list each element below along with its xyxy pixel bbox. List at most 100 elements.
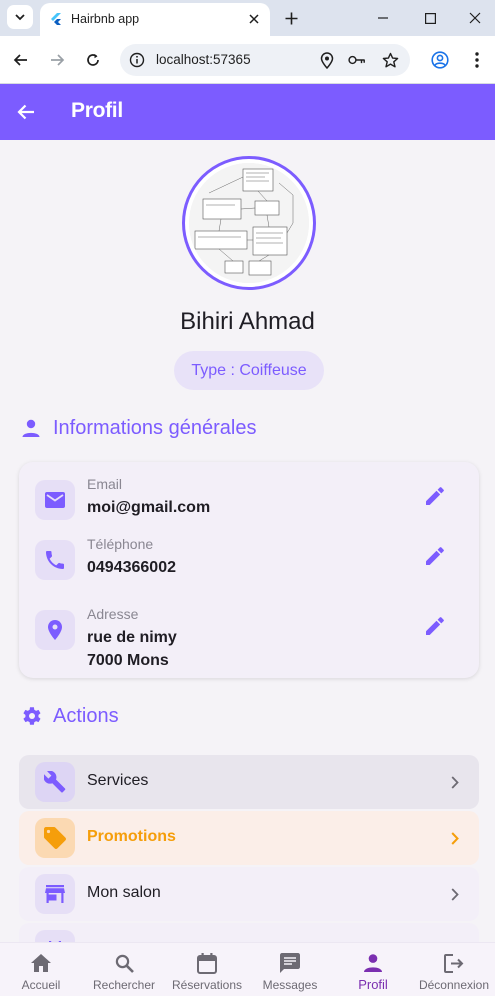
store-icon-box bbox=[35, 874, 75, 914]
nav-item-messages[interactable]: Messages bbox=[249, 943, 331, 996]
phone-row: Téléphone 0494366002 bbox=[35, 536, 465, 584]
tag-icon-box bbox=[35, 818, 75, 858]
wrench-icon-box bbox=[35, 762, 75, 802]
profile-content[interactable]: Bihiri Ahmad Type : Coiffeuse Informatio… bbox=[0, 140, 495, 942]
gear-icon bbox=[20, 705, 42, 727]
edit-pencil-icon bbox=[426, 487, 444, 505]
edit-address-button[interactable] bbox=[423, 614, 447, 638]
browser-menu-button[interactable] bbox=[467, 50, 487, 70]
location-button[interactable] bbox=[318, 51, 336, 69]
page-title: Profil bbox=[71, 99, 123, 122]
user-type-chip: Type : Coiffeuse bbox=[174, 351, 324, 390]
password-key-button[interactable] bbox=[348, 51, 366, 69]
reload-button[interactable] bbox=[83, 50, 103, 70]
chevron-down-icon bbox=[15, 14, 25, 21]
url-text: localhost:57365 bbox=[156, 52, 251, 67]
phone-icon bbox=[46, 551, 64, 569]
chevron-right-icon bbox=[445, 884, 465, 904]
action-services-label: Services bbox=[87, 772, 149, 789]
action-mon-salon-label: Mon salon bbox=[87, 884, 161, 901]
phone-value: 0494366002 bbox=[87, 559, 176, 576]
general-info-header: Informations générales bbox=[20, 413, 256, 443]
back-button[interactable] bbox=[14, 100, 38, 124]
minimize-button[interactable] bbox=[373, 8, 393, 28]
email-value: moi@gmail.com bbox=[87, 499, 211, 516]
key-icon bbox=[348, 55, 365, 65]
account-icon bbox=[431, 51, 449, 69]
nav-label-deconnexion: Déconnexion bbox=[418, 978, 490, 992]
action-next-partial[interactable] bbox=[19, 923, 479, 942]
browser-tab[interactable]: Hairbnb app bbox=[40, 3, 270, 36]
url-field[interactable]: localhost:57365 bbox=[120, 44, 410, 76]
browser-back-button[interactable] bbox=[11, 50, 31, 70]
logout-icon bbox=[442, 951, 466, 975]
tag-icon bbox=[44, 827, 66, 849]
person-icon bbox=[361, 951, 385, 975]
nav-item-profil[interactable]: Profil bbox=[332, 943, 414, 996]
tab-close-button[interactable] bbox=[246, 11, 262, 27]
close-window-button[interactable] bbox=[465, 8, 485, 28]
address-line2: 7000 Mons bbox=[87, 652, 169, 669]
bookmark-button[interactable] bbox=[381, 51, 399, 69]
edit-phone-button[interactable] bbox=[423, 544, 447, 568]
nav-label-messages: Messages bbox=[262, 978, 318, 992]
address-row: Adresse rue de nimy 7000 Mons bbox=[35, 606, 465, 674]
edit-pencil-icon bbox=[426, 547, 444, 565]
nav-label-profil: Profil bbox=[358, 977, 388, 992]
reload-icon bbox=[87, 54, 99, 66]
diagram-thumbnail-icon bbox=[189, 163, 309, 283]
address-icon-box bbox=[35, 610, 75, 650]
more-vertical-icon bbox=[475, 52, 479, 68]
email-label: Email bbox=[87, 476, 123, 492]
arrow-left-icon bbox=[13, 54, 27, 66]
calendar-icon bbox=[195, 951, 219, 975]
action-mon-salon[interactable]: Mon salon bbox=[19, 867, 479, 921]
search-icon bbox=[112, 951, 136, 975]
new-tab-button[interactable] bbox=[281, 8, 301, 28]
maximize-icon bbox=[424, 12, 436, 24]
action-services[interactable]: Services bbox=[19, 755, 479, 809]
chevron-right-icon bbox=[445, 828, 465, 848]
browser-tab-bar: Hairbnb app bbox=[0, 0, 495, 36]
profile-account-button[interactable] bbox=[430, 50, 450, 70]
nav-item-rechercher[interactable]: Rechercher bbox=[83, 943, 165, 996]
nav-label-accueil: Accueil bbox=[21, 978, 61, 992]
avatar-image bbox=[189, 163, 309, 283]
nav-item-deconnexion[interactable]: Déconnexion bbox=[413, 943, 495, 996]
bottom-navigation: Accueil Rechercher Réservations Messages… bbox=[0, 942, 495, 996]
nav-item-accueil[interactable]: Accueil bbox=[0, 943, 82, 996]
star-icon bbox=[382, 52, 398, 67]
close-icon bbox=[469, 12, 481, 24]
section-title-general: Informations générales bbox=[53, 416, 257, 439]
location-pin-icon bbox=[320, 51, 334, 69]
profile-name: Bihiri Ahmad bbox=[180, 308, 315, 335]
app-bar: Profil bbox=[0, 84, 495, 140]
action-promotions[interactable]: Promotions bbox=[19, 811, 479, 865]
close-icon bbox=[249, 14, 259, 24]
minimize-icon bbox=[378, 17, 388, 19]
avatar[interactable] bbox=[182, 156, 316, 290]
address-line1: rue de nimy bbox=[87, 629, 177, 646]
email-icon bbox=[45, 492, 65, 508]
browser-forward-button[interactable] bbox=[47, 50, 67, 70]
phone-icon-box bbox=[35, 540, 75, 580]
calendar-icon-box bbox=[35, 930, 75, 942]
nav-item-reservations[interactable]: Réservations bbox=[166, 943, 248, 996]
info-icon[interactable] bbox=[129, 52, 145, 68]
phone-label: Téléphone bbox=[87, 536, 154, 552]
chevron-right-icon bbox=[445, 772, 465, 792]
email-row: Email moi@gmail.com bbox=[35, 476, 465, 524]
plus-icon bbox=[285, 12, 297, 24]
browser-address-bar: localhost:57365 bbox=[0, 36, 495, 84]
nav-label-reservations: Réservations bbox=[171, 978, 243, 992]
edit-email-button[interactable] bbox=[423, 484, 447, 508]
flutter-icon bbox=[51, 13, 61, 25]
tab-search-dropdown[interactable] bbox=[7, 5, 33, 29]
wrench-icon bbox=[44, 771, 66, 793]
address-label: Adresse bbox=[87, 606, 139, 622]
general-info-card: Email moi@gmail.com Téléphone 0494366002… bbox=[19, 462, 479, 678]
store-icon bbox=[45, 885, 65, 903]
edit-pencil-icon bbox=[426, 617, 444, 635]
maximize-button[interactable] bbox=[420, 8, 440, 28]
location-pin-icon bbox=[48, 620, 62, 640]
